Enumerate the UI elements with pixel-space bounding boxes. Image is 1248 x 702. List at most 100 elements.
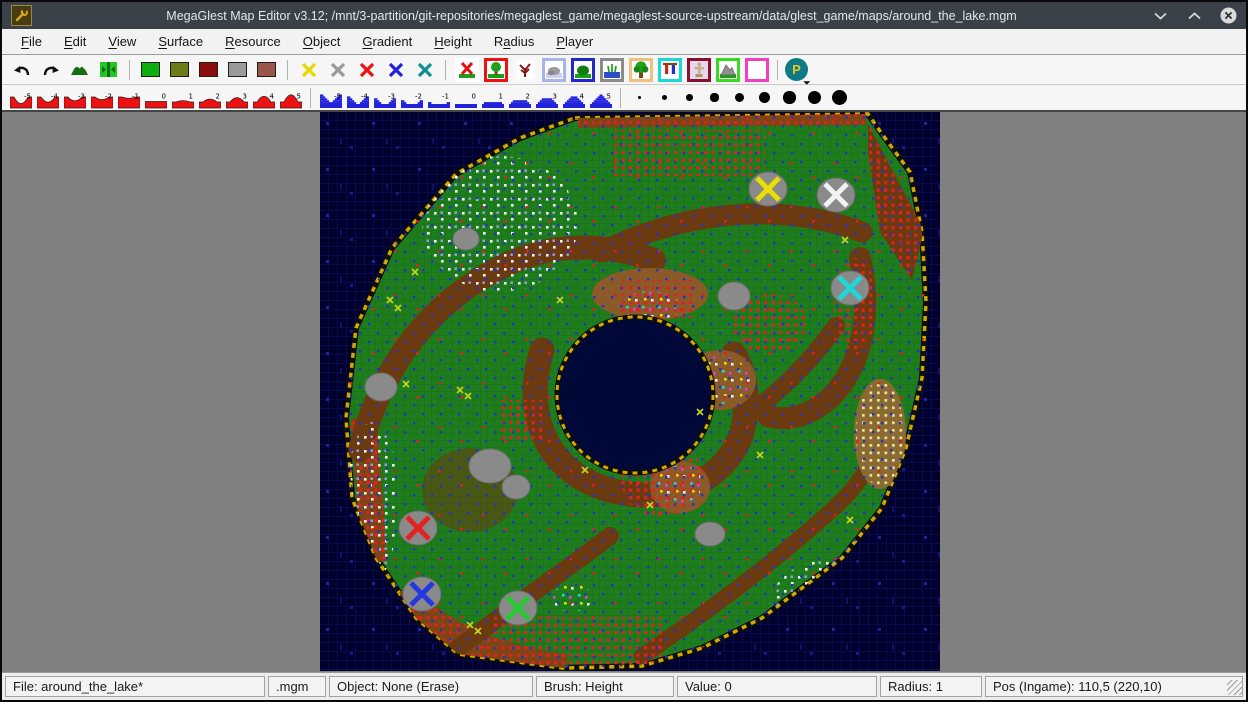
object-tree-button[interactable] bbox=[482, 57, 509, 82]
object-dead-tree-button[interactable] bbox=[511, 57, 538, 82]
object-stone-button[interactable] bbox=[540, 57, 567, 82]
gradient-brush--4-button[interactable]: -4 bbox=[345, 86, 370, 109]
menu-object[interactable]: Object bbox=[292, 30, 352, 53]
surface-stone-button[interactable] bbox=[224, 57, 251, 82]
height-brush--5-button[interactable]: -5 bbox=[8, 86, 33, 109]
toolbar-separator bbox=[777, 60, 778, 80]
gradient-brush--1-button[interactable]: -1 bbox=[426, 86, 451, 109]
surface-secondary-grass-button[interactable] bbox=[166, 57, 193, 82]
app-wrench-icon bbox=[11, 5, 32, 26]
radius-6-button[interactable] bbox=[753, 86, 776, 109]
svg-text:5: 5 bbox=[296, 93, 300, 101]
resource-stone-button[interactable] bbox=[324, 57, 351, 82]
player-menu-button[interactable]: P bbox=[785, 58, 808, 81]
svg-text:0: 0 bbox=[471, 93, 475, 101]
height-brush-5-button[interactable]: 5 bbox=[278, 86, 303, 109]
resource-custom-blue-button[interactable] bbox=[382, 57, 409, 82]
object-erase-object-icon bbox=[455, 58, 479, 82]
surface-grass-button[interactable] bbox=[137, 57, 164, 82]
object-statue-button[interactable] bbox=[685, 57, 712, 82]
surface-secondary-grass-swatch bbox=[170, 62, 189, 77]
object-water-reed-button[interactable] bbox=[598, 57, 625, 82]
player-blue-marker bbox=[403, 577, 441, 611]
status-object: Object: None (Erase) bbox=[329, 676, 533, 697]
height-brush-4-button[interactable]: 4 bbox=[251, 86, 276, 109]
gradient-brush-1-button[interactable]: 1 bbox=[480, 86, 505, 109]
height-brush-1-button[interactable]: 1 bbox=[170, 86, 195, 109]
object-dead-tree-icon bbox=[513, 58, 537, 82]
radius-9-button[interactable] bbox=[828, 86, 851, 109]
redo-button[interactable] bbox=[37, 57, 64, 82]
object-bush-button[interactable] bbox=[569, 57, 596, 82]
menu-gradient[interactable]: Gradient bbox=[351, 30, 423, 53]
surface-grass-swatch bbox=[141, 62, 160, 77]
object-big-tree-button[interactable] bbox=[627, 57, 654, 82]
menu-edit[interactable]: Edit bbox=[53, 30, 97, 53]
radius-5-button[interactable] bbox=[728, 86, 751, 109]
object-mountain-icon bbox=[716, 58, 740, 82]
status-value: Value: 0 bbox=[677, 676, 877, 697]
object-hanging-banners-icon bbox=[658, 58, 682, 82]
radius-1-button[interactable] bbox=[628, 86, 651, 109]
minimize-icon[interactable] bbox=[1151, 7, 1169, 25]
height-brush-button[interactable] bbox=[66, 57, 93, 82]
menu-player[interactable]: Player bbox=[545, 30, 604, 53]
menu-height[interactable]: Height bbox=[423, 30, 483, 53]
radius-5-dot bbox=[735, 93, 745, 103]
resize-grip[interactable] bbox=[1227, 680, 1242, 695]
gradient-brush-5-button[interactable]: 5 bbox=[588, 86, 613, 109]
gradient-brush-4-button[interactable]: 4 bbox=[561, 86, 586, 109]
radius-3-button[interactable] bbox=[678, 86, 701, 109]
player-red-marker bbox=[399, 511, 437, 545]
gradient-brush-2-button[interactable]: 2 bbox=[507, 86, 532, 109]
close-icon[interactable] bbox=[1219, 7, 1237, 25]
height-brush-2-button[interactable]: 2 bbox=[197, 86, 222, 109]
gradient-brush--2-button[interactable]: -2 bbox=[399, 86, 424, 109]
map-canvas[interactable] bbox=[320, 112, 940, 671]
height-brush--1-button[interactable]: -1 bbox=[116, 86, 141, 109]
height-brush--3-button[interactable]: -3 bbox=[62, 86, 87, 109]
gradient-brush-3-button[interactable]: 3 bbox=[534, 86, 559, 109]
resource-custom-teal-button[interactable] bbox=[411, 57, 438, 82]
gradient-brush--3-button[interactable]: -3 bbox=[372, 86, 397, 109]
surface-road-button[interactable] bbox=[195, 57, 222, 82]
surface-road-swatch bbox=[199, 62, 218, 77]
gradient-brush-0-button[interactable]: 0 bbox=[453, 86, 478, 109]
svg-text:4: 4 bbox=[579, 93, 584, 101]
svg-text:0: 0 bbox=[161, 93, 165, 101]
svg-text:4: 4 bbox=[269, 93, 274, 101]
object-water-reed-icon bbox=[600, 58, 624, 82]
height-brush--4-button[interactable]: -4 bbox=[35, 86, 60, 109]
undo-button[interactable] bbox=[8, 57, 35, 82]
svg-text:-4: -4 bbox=[51, 93, 59, 101]
gradient-brush--5-button[interactable]: -5 bbox=[318, 86, 343, 109]
object-mountain-button[interactable] bbox=[714, 57, 741, 82]
radius-4-button[interactable] bbox=[703, 86, 726, 109]
menu-surface[interactable]: Surface bbox=[147, 30, 214, 53]
object-erase-object-button[interactable] bbox=[453, 57, 480, 82]
status-brush: Brush: Height bbox=[536, 676, 674, 697]
menu-view[interactable]: View bbox=[97, 30, 147, 53]
resource-gold-button[interactable] bbox=[295, 57, 322, 82]
svg-text:1: 1 bbox=[188, 93, 192, 101]
height-brush-0-button[interactable]: 0 bbox=[143, 86, 168, 109]
radius-4-dot bbox=[710, 93, 718, 101]
height-brush-3-button[interactable]: 3 bbox=[224, 86, 249, 109]
radius-8-button[interactable] bbox=[803, 86, 826, 109]
menu-file[interactable]: File bbox=[10, 30, 53, 53]
object-stone-icon bbox=[542, 58, 566, 82]
resource-custom-red-button[interactable] bbox=[353, 57, 380, 82]
menu-radius[interactable]: Radius bbox=[483, 30, 545, 53]
surface-custom-ground-button[interactable] bbox=[253, 57, 280, 82]
object-invisible-blocking-button[interactable] bbox=[743, 57, 770, 82]
maximize-icon[interactable] bbox=[1185, 7, 1203, 25]
object-big-tree-icon bbox=[629, 58, 653, 82]
object-hanging-banners-button[interactable] bbox=[656, 57, 683, 82]
radius-7-button[interactable] bbox=[778, 86, 801, 109]
status-radius: Radius: 1 bbox=[880, 676, 982, 697]
resize-map-button[interactable] bbox=[95, 57, 122, 82]
menu-resource[interactable]: Resource bbox=[214, 30, 292, 53]
status-file: File: around_the_lake* bbox=[5, 676, 265, 697]
radius-2-button[interactable] bbox=[653, 86, 676, 109]
height-brush--2-button[interactable]: -2 bbox=[89, 86, 114, 109]
